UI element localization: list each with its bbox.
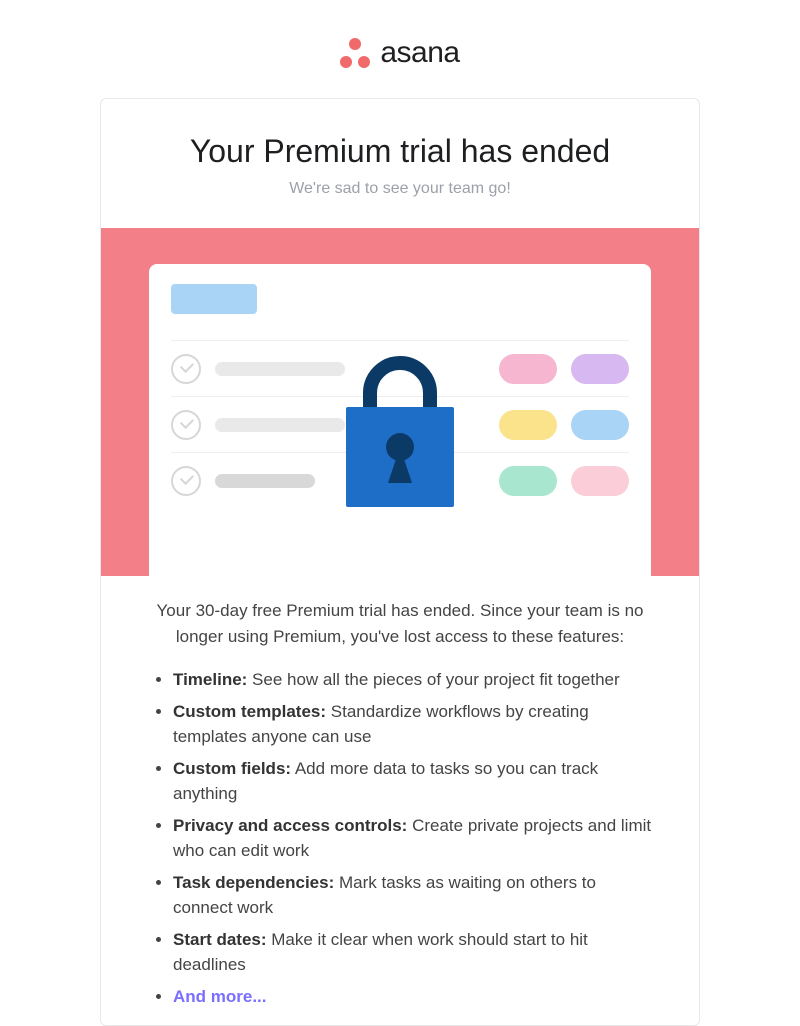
email-card: Your Premium trial has ended We're sad t… (100, 98, 700, 1026)
lock-icon (330, 343, 470, 518)
list-item: And more... (173, 984, 659, 1010)
feature-label: Start dates: (173, 930, 267, 949)
page-subtitle: We're sad to see your team go! (125, 180, 675, 198)
page-header: asana (0, 0, 800, 98)
list-item: Timeline: See how all the pieces of your… (173, 667, 659, 693)
check-circle-icon (171, 354, 201, 384)
mock-pill (499, 466, 557, 496)
page-title: Your Premium trial has ended (125, 133, 675, 170)
intro-text: Your 30-day free Premium trial has ended… (101, 576, 699, 649)
list-item: Start dates: Make it clear when work sho… (173, 927, 659, 978)
list-item: Privacy and access controls: Create priv… (173, 813, 659, 864)
mock-pill (499, 410, 557, 440)
asana-logo: asana (340, 36, 459, 70)
asana-wordmark: asana (380, 36, 459, 70)
list-item: Custom fields: Add more data to tasks so… (173, 756, 659, 807)
mock-pill (499, 354, 557, 384)
asana-logo-icon (340, 38, 370, 68)
hero-illustration (101, 228, 699, 576)
feature-list: Timeline: See how all the pieces of your… (101, 649, 699, 1025)
check-circle-icon (171, 466, 201, 496)
mock-text-bar (215, 362, 345, 376)
list-item: Custom templates: Standardize workflows … (173, 699, 659, 750)
mock-tab (171, 284, 257, 314)
mock-text-bar (215, 474, 315, 488)
mock-pill (571, 354, 629, 384)
feature-label: Privacy and access controls: (173, 816, 407, 835)
check-circle-icon (171, 410, 201, 440)
feature-label: Task dependencies: (173, 873, 334, 892)
feature-desc: See how all the pieces of your project f… (247, 670, 619, 689)
card-header: Your Premium trial has ended We're sad t… (101, 99, 699, 228)
feature-label: Timeline: (173, 670, 247, 689)
feature-label: Custom fields: (173, 759, 291, 778)
feature-label: Custom templates: (173, 702, 326, 721)
list-item: Task dependencies: Mark tasks as waiting… (173, 870, 659, 921)
mock-app-panel (149, 264, 651, 576)
and-more-link[interactable]: And more... (173, 987, 267, 1006)
mock-text-bar (215, 418, 345, 432)
mock-pill (571, 410, 629, 440)
mock-pill (571, 466, 629, 496)
